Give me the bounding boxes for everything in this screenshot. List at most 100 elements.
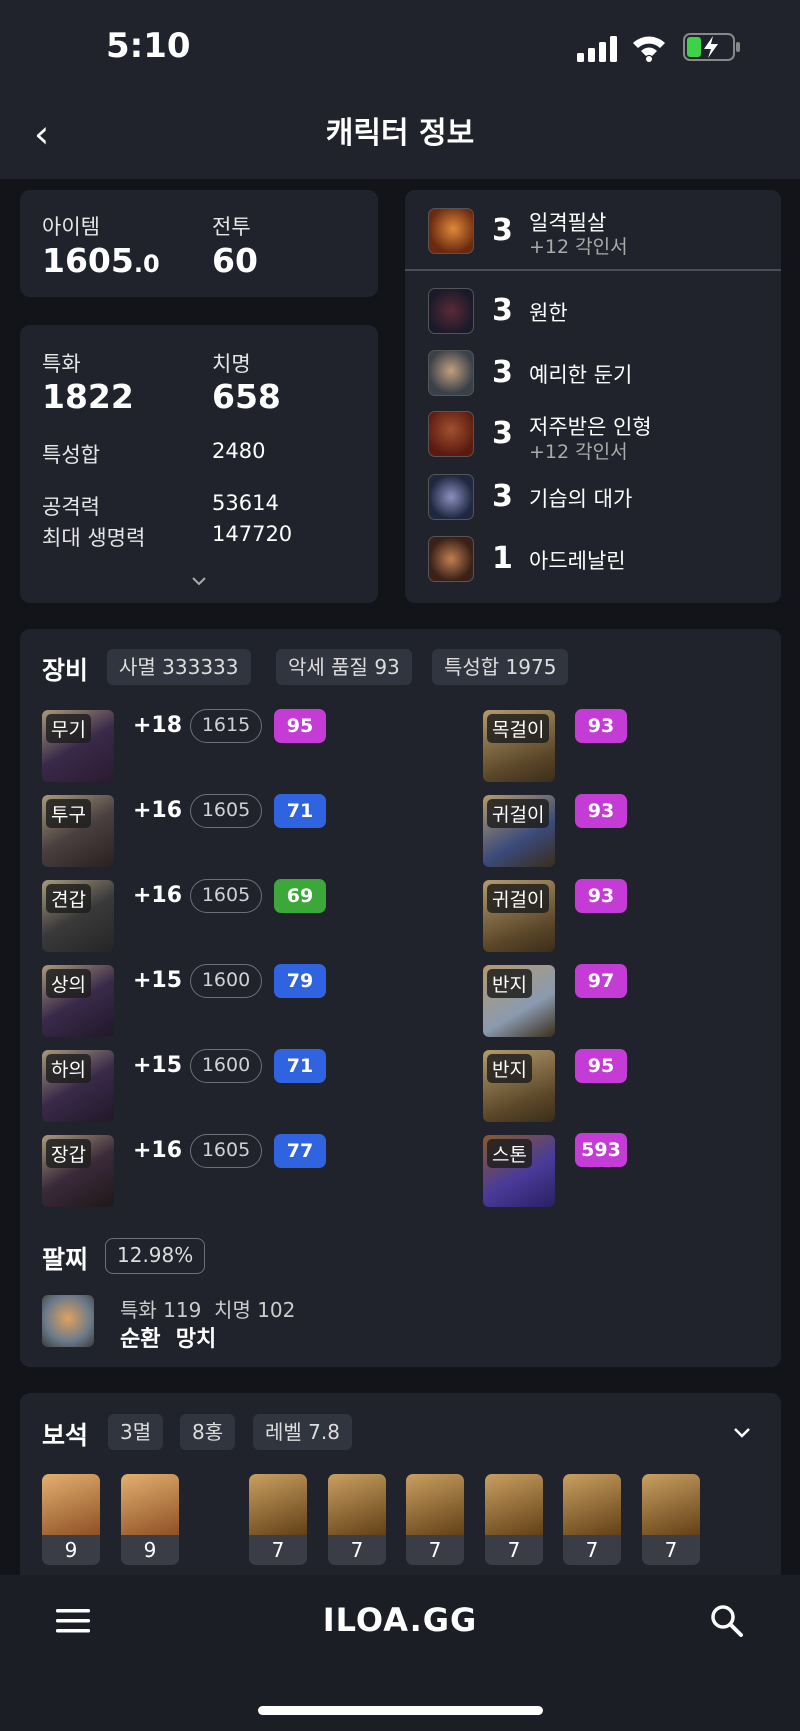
gem-level: 7 <box>563 1535 621 1565</box>
attack-value: 53614 <box>212 491 279 515</box>
engraving-book: +12 각인서 <box>529 441 628 463</box>
equipment-badge: 악세 품질 93 <box>276 649 412 685</box>
page-title: 캐릭터 정보 <box>325 116 475 151</box>
gem-icon[interactable] <box>328 1474 386 1540</box>
crit-label: 치명 <box>212 352 251 376</box>
gear-item-level: 1605 <box>190 794 262 828</box>
gear-quality: 69 <box>274 879 326 913</box>
gems-badge: 8홍 <box>180 1414 236 1450</box>
accessory-ring[interactable]: 반지 <box>483 965 555 1037</box>
stone-value: 593 <box>575 1133 627 1167</box>
battery-charging-icon <box>683 33 740 61</box>
engraving-name: 원한 <box>529 301 568 325</box>
engraving-level: 1 <box>492 541 513 576</box>
engraving-level: 3 <box>492 355 513 390</box>
app-logo[interactable]: ILOA.GG <box>0 1601 800 1639</box>
accessory-quality: 95 <box>575 1049 627 1083</box>
spec-value: 1822 <box>42 377 134 416</box>
gear-enhance: +15 <box>133 1053 183 1078</box>
accessory-ring[interactable]: 반지 <box>483 1050 555 1122</box>
gear-item-level: 1605 <box>190 1134 262 1168</box>
accessory-earring[interactable]: 귀걸이 <box>483 880 555 952</box>
chevron-down-icon[interactable] <box>191 575 207 587</box>
accessory-earring[interactable]: 귀걸이 <box>483 795 555 867</box>
gems-badge: 3멸 <box>108 1414 164 1450</box>
gem-level: 7 <box>406 1535 464 1565</box>
gem-icon[interactable] <box>485 1474 543 1540</box>
stat-sum-label: 특성합 <box>42 443 100 467</box>
gear-item-level: 1605 <box>190 879 262 913</box>
equipment-title: 장비 <box>42 656 89 685</box>
bracelet-title: 팔찌 <box>42 1245 89 1274</box>
engraving-level: 3 <box>492 213 513 248</box>
gear-shoulder[interactable]: 견갑 <box>42 880 114 952</box>
gear-quality: 79 <box>274 964 326 998</box>
gear-enhance: +16 <box>133 1138 183 1163</box>
accessory-necklace[interactable]: 목걸이 <box>483 710 555 782</box>
gem-icon[interactable] <box>249 1474 307 1540</box>
spec-label: 특화 <box>42 352 81 376</box>
attack-label: 공격력 <box>42 495 100 519</box>
gem-icon[interactable] <box>121 1474 179 1540</box>
ability-stone[interactable]: 스톤 <box>483 1135 555 1207</box>
accessory-quality: 93 <box>575 709 627 743</box>
gear-helmet[interactable]: 투구 <box>42 795 114 867</box>
engraving-book: +12 각인서 <box>529 236 628 258</box>
gem-icon[interactable] <box>42 1474 100 1540</box>
gear-item-level: 1600 <box>190 964 262 998</box>
gems-title: 보석 <box>42 1421 89 1450</box>
gem-level: 9 <box>42 1535 100 1565</box>
gem-level: 7 <box>249 1535 307 1565</box>
engraving-name: 아드레날린 <box>529 549 626 573</box>
accessory-quality: 93 <box>575 879 627 913</box>
engraving-icon <box>428 536 474 582</box>
gear-enhance: +15 <box>133 968 183 993</box>
engraving-icon <box>428 288 474 334</box>
gem-icon[interactable] <box>406 1474 464 1540</box>
status-time: 5:10 <box>106 26 191 66</box>
battle-level-label: 전투 <box>212 215 251 239</box>
bracelet-stats: 특화 119 치명 102 <box>120 1298 296 1322</box>
engraving-name: 예리한 둔기 <box>529 363 633 387</box>
signal-icon <box>577 36 617 62</box>
gear-quality: 71 <box>274 794 326 828</box>
gem-level: 7 <box>328 1535 386 1565</box>
engraving-icon <box>428 474 474 520</box>
accessory-quality: 93 <box>575 794 627 828</box>
engraving-level: 3 <box>492 479 513 514</box>
max-hp-label: 최대 생명력 <box>42 526 146 550</box>
bracelet-icon[interactable] <box>42 1295 94 1347</box>
engraving-level: 3 <box>492 416 513 451</box>
gear-weapon[interactable]: 무기 <box>42 710 114 782</box>
max-hp-value: 147720 <box>212 522 293 546</box>
engraving-icon <box>428 208 474 254</box>
equipment-badge: 사멸 333333 <box>107 649 251 685</box>
crit-value: 658 <box>212 377 281 416</box>
gear-item-level: 1600 <box>190 1049 262 1083</box>
gem-icon[interactable] <box>563 1474 621 1540</box>
gear-quality: 77 <box>274 1134 326 1168</box>
gear-quality: 95 <box>274 709 326 743</box>
engraving-level: 3 <box>492 293 513 328</box>
item-level-value: 1605.0 <box>42 241 160 280</box>
accessory-quality: 97 <box>575 964 627 998</box>
engraving-icon <box>428 411 474 457</box>
stat-sum-value: 2480 <box>212 439 266 463</box>
item-level-label: 아이템 <box>42 215 100 239</box>
bracelet-effects: 순환 망치 <box>120 1327 217 1352</box>
gem-icon[interactable] <box>642 1474 700 1540</box>
battle-level-value: 60 <box>212 241 258 280</box>
gear-enhance: +16 <box>133 798 183 823</box>
gear-top[interactable]: 상의 <box>42 965 114 1037</box>
gear-pants[interactable]: 하의 <box>42 1050 114 1122</box>
gem-level: 9 <box>121 1535 179 1565</box>
bracelet-percent: 12.98% <box>105 1238 206 1274</box>
chevron-down-icon[interactable] <box>732 1426 752 1440</box>
gear-quality: 71 <box>274 1049 326 1083</box>
engraving-name: 기습의 대가 <box>529 487 633 511</box>
gems-badge: 레벨 7.8 <box>253 1414 352 1450</box>
gear-gloves[interactable]: 장갑 <box>42 1135 114 1207</box>
wifi-icon <box>633 36 665 62</box>
search-icon[interactable] <box>710 1604 744 1638</box>
gear-enhance: +18 <box>133 713 183 738</box>
